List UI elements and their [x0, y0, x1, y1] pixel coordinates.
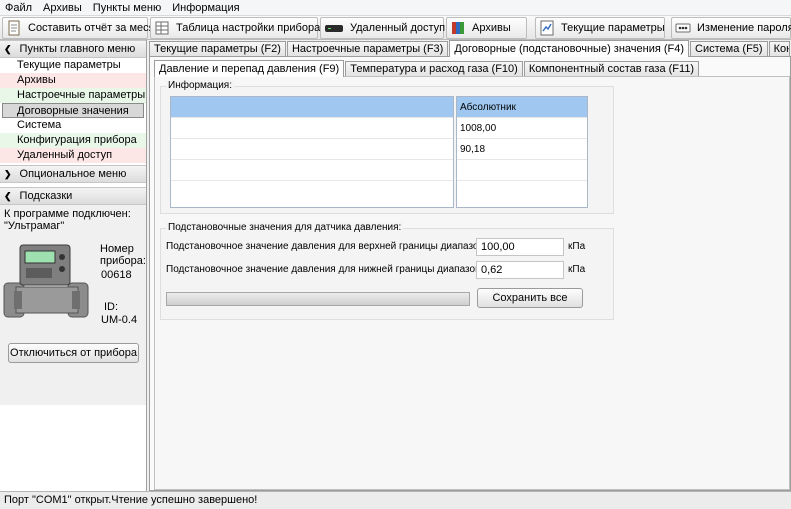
- upper-bound-input[interactable]: 100,00: [476, 238, 564, 256]
- menu-bar: Файл Архивы Пункты меню Информация: [0, 0, 791, 16]
- save-all-button[interactable]: Сохранить все: [477, 288, 583, 308]
- sidebar-item-device-config[interactable]: Конфигурация прибора: [0, 133, 146, 148]
- status-bar: Порт "COM1" открыт.Чтение успешно заверш…: [0, 491, 791, 509]
- tab-settings[interactable]: Настроечные параметры (F3): [286, 41, 449, 56]
- grid-row[interactable]: [457, 181, 587, 202]
- upper-bound-unit: кПа: [568, 241, 586, 252]
- device-id-label: ID:: [104, 301, 119, 313]
- sidebar-item-settings[interactable]: Настроечные параметры: [0, 88, 146, 103]
- report-button-label: Составить отчёт за месяц: [28, 21, 161, 34]
- main-tabs: Текущие параметры (F2) Настроечные парам…: [149, 40, 791, 57]
- current-params-label: Текущие параметры: [561, 21, 665, 34]
- report-icon: [6, 20, 22, 36]
- connected-label: К программе подключен:: [4, 208, 131, 220]
- device-name: "Ультрамаг": [4, 220, 65, 232]
- menu-items[interactable]: Пункты меню: [88, 2, 167, 14]
- expand-chevron-icon: ❯: [4, 168, 12, 179]
- lower-bound-label: Подстановочное значение давления для ниж…: [166, 264, 492, 275]
- grid-row[interactable]: 90,18: [457, 139, 587, 160]
- optional-menu-header[interactable]: ❯ Опциональное меню: [0, 165, 146, 183]
- device-number-label: Номер прибора:: [100, 243, 146, 267]
- grid-row[interactable]: Абсолютник: [457, 97, 587, 118]
- info-grid-left[interactable]: [170, 96, 454, 208]
- main-menu-header-label: Пункты главного меню: [19, 43, 136, 55]
- lower-bound-input[interactable]: 0,62: [476, 261, 564, 279]
- grid-row[interactable]: [171, 139, 453, 160]
- grid-row[interactable]: 1008,00: [457, 118, 587, 139]
- device-table-label: Таблица настройки прибора: [176, 21, 321, 34]
- info-grid-right[interactable]: Абсолютник 1008,00 90,18: [456, 96, 588, 208]
- substitution-group-title: Подстановочные значения для датчика давл…: [166, 222, 404, 233]
- progress-bar: [166, 292, 470, 306]
- archive-icon: [450, 20, 466, 36]
- tab-system[interactable]: Система (F5): [690, 41, 768, 56]
- tab-current-params[interactable]: Текущие параметры (F2): [149, 41, 286, 56]
- archives-button[interactable]: Архивы: [446, 16, 527, 39]
- hints-panel: К программе подключен: "Ультрамаг" Номер…: [0, 205, 146, 405]
- archives-label: Архивы: [472, 21, 511, 34]
- sub-tabs: Давление и перепад давления (F9) Темпера…: [154, 60, 700, 77]
- change-password-button[interactable]: Изменение пароля: [671, 16, 791, 39]
- optional-menu-label: Опциональное меню: [19, 168, 127, 180]
- info-group-title: Информация:: [166, 80, 235, 91]
- remote-access-button[interactable]: Удаленный доступ: [320, 16, 446, 39]
- modem-icon: [324, 20, 344, 36]
- device-table-button[interactable]: Таблица настройки прибора: [150, 16, 321, 39]
- password-icon: [675, 20, 691, 36]
- table-icon: [154, 20, 170, 36]
- sidebar-item-remote-access[interactable]: Удаленный доступ: [0, 148, 146, 163]
- menu-info[interactable]: Информация: [167, 2, 245, 14]
- sidebar-item-archives[interactable]: Архивы: [0, 73, 146, 88]
- grid-row[interactable]: [171, 97, 453, 118]
- lower-bound-unit: кПа: [568, 264, 586, 275]
- menu-archives[interactable]: Архивы: [38, 2, 88, 14]
- grid-row[interactable]: [171, 118, 453, 139]
- device-number-value: 00618: [101, 269, 132, 281]
- sidebar-item-contract-values[interactable]: Договорные значения: [2, 103, 144, 118]
- grid-row[interactable]: [457, 160, 587, 181]
- tab-contract-values[interactable]: Договорные (подстановочные) значения (F4…: [449, 40, 690, 57]
- tab-pressure[interactable]: Давление и перепад давления (F9): [154, 60, 345, 77]
- left-panel: ❮ Пункты главного меню Текущие параметры…: [0, 40, 147, 491]
- tab-temperature-flow[interactable]: Температура и расход газа (F10): [345, 61, 523, 76]
- main-menu-list: Текущие параметры Архивы Настроечные пар…: [0, 58, 146, 163]
- flowmeter-image: [3, 244, 89, 318]
- collapse-chevron-icon: ❮: [4, 190, 12, 201]
- sidebar-item-system[interactable]: Система: [0, 118, 146, 133]
- sidebar-item-current-params[interactable]: Текущие параметры: [0, 58, 146, 73]
- upper-bound-label: Подстановочное значение давления для вер…: [166, 241, 493, 252]
- report-button[interactable]: Составить отчёт за месяц: [2, 16, 161, 39]
- grid-row[interactable]: [171, 181, 453, 202]
- toolbar: Составить отчёт за месяц Таблица настрой…: [0, 16, 791, 40]
- collapse-chevron-icon: ❮: [4, 43, 12, 54]
- hints-label: Подсказки: [19, 190, 73, 202]
- main-menu-header[interactable]: ❮ Пункты главного меню: [0, 40, 146, 58]
- current-params-button[interactable]: Текущие параметры: [535, 16, 665, 39]
- hints-header[interactable]: ❮ Подсказки: [0, 187, 146, 205]
- grid-row[interactable]: [171, 160, 453, 181]
- tab-device-config[interactable]: Конфигурация пр: [768, 41, 790, 56]
- disconnect-button[interactable]: Отключиться от прибора: [8, 343, 139, 363]
- tab-gas-composition[interactable]: Компонентный состав газа (F11): [523, 61, 700, 76]
- parameters-icon: [539, 20, 555, 36]
- device-id-value: UM-0.4: [101, 314, 138, 326]
- remote-access-label: Удаленный доступ: [350, 21, 446, 34]
- menu-file[interactable]: Файл: [0, 2, 38, 14]
- change-password-label: Изменение пароля: [697, 21, 791, 34]
